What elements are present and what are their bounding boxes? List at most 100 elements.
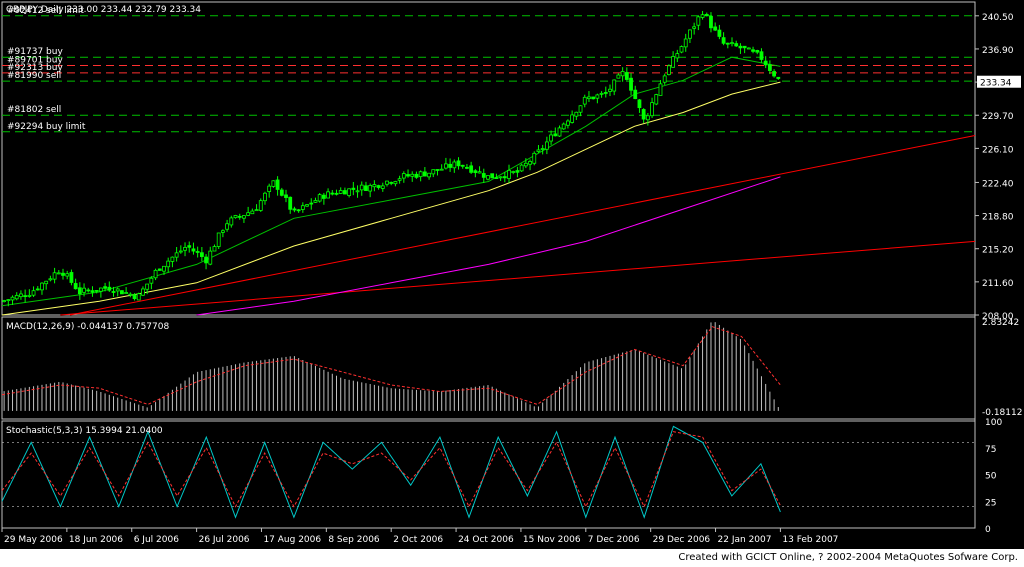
candle-body [380,185,385,189]
candle-body [338,190,343,194]
candle-body [599,92,604,95]
candle-body [561,123,566,130]
candle-body [591,96,596,100]
candle-body [393,181,398,185]
candle-body [195,251,200,253]
candle-body [544,141,549,150]
candle-body [755,50,760,53]
time-tick-label: 2 Oct 2006 [393,535,443,545]
stochastic-tick-label: 25 [985,498,996,508]
candle-body [6,299,11,302]
candle-body [23,295,28,298]
candle-body [654,94,659,105]
candle-body [582,96,587,105]
candle-body [486,175,490,180]
chart-window: 240.50236.90233.30229.70226.10222.40218.… [0,0,1024,567]
candle-body [700,14,705,18]
stochastic-tick-label: 75 [985,445,996,455]
candle-body [237,215,242,218]
candle-body [776,76,781,79]
time-tick-label: 29 Dec 2006 [653,535,711,545]
order-level-label: #92294 buy limit [7,122,86,132]
candle-body [523,162,528,167]
candle-body [178,250,183,253]
candle-body [355,190,360,193]
candle-body [82,287,86,293]
chart-background [0,0,1024,549]
candle-body [692,26,697,29]
candle-body [86,289,91,292]
time-tick-label: 24 Oct 2006 [458,535,514,545]
candle-body [742,45,747,49]
candle-body [549,134,553,142]
candle-body [170,256,175,262]
copyright-footer: Created with GCICT Online, ? 2002-2004 M… [678,552,1018,563]
candle-body [465,166,469,169]
candle-body [671,56,676,68]
candle-body [2,300,7,302]
candle-body [401,173,406,179]
time-tick-label: 15 Nov 2006 [523,535,581,545]
candle-body [174,252,179,258]
candle-body [679,46,684,53]
time-tick-label: 7 Dec 2006 [588,535,640,545]
candle-body [616,74,621,79]
candle-body [128,293,133,296]
time-tick-label: 6 Jul 2006 [134,535,179,545]
candle-body [528,161,532,165]
candle-body [258,200,263,211]
candle-body [448,163,453,168]
candle-body [696,16,701,26]
candle-body [650,102,654,117]
candle-body [595,94,600,99]
candle-body [187,245,192,248]
candle-body [347,188,352,196]
candle-body [418,171,423,178]
candle-body [578,105,583,113]
candle-body [94,290,99,292]
candle-body [717,29,722,37]
candle-body [343,190,347,195]
candle-body [69,272,74,283]
time-tick-label: 26 Jul 2006 [199,535,250,545]
price-tick-label: 218.80 [982,213,1014,223]
candle-body [456,160,461,167]
candle-body [469,165,474,173]
candle-body [730,42,734,45]
candle-body [250,210,255,215]
candle-body [141,288,145,296]
candle-body [477,171,482,174]
candle-body [645,115,650,121]
candle-body [406,174,410,177]
time-tick-label: 22 Jan 2007 [718,535,772,545]
order-level-label: #81802 sell [7,105,61,115]
candle-body [90,290,95,293]
candle-body [620,71,625,77]
candle-body [721,37,726,44]
candle-body [709,15,713,29]
candle-body [637,99,642,109]
candle-body [153,269,158,279]
candle-body [725,42,730,45]
candle-body [199,252,204,257]
candle-body [431,169,436,175]
candle-body [641,109,646,120]
candle-body [107,286,112,291]
candle-body [435,169,440,171]
candle-body [330,192,335,195]
candle-body [98,287,103,292]
candle-body [397,178,402,181]
candle-body [666,65,671,75]
candle-body [14,294,19,300]
candle-body [115,288,120,292]
candle-body [422,171,427,177]
candle-body [19,293,23,298]
candle-body [633,89,638,100]
candle-body [44,280,49,285]
candle-body [511,171,516,173]
candle-body [410,173,415,177]
candle-body [439,168,444,171]
candle-body [132,294,137,300]
candle-body [414,173,419,178]
candle-body [292,208,297,211]
